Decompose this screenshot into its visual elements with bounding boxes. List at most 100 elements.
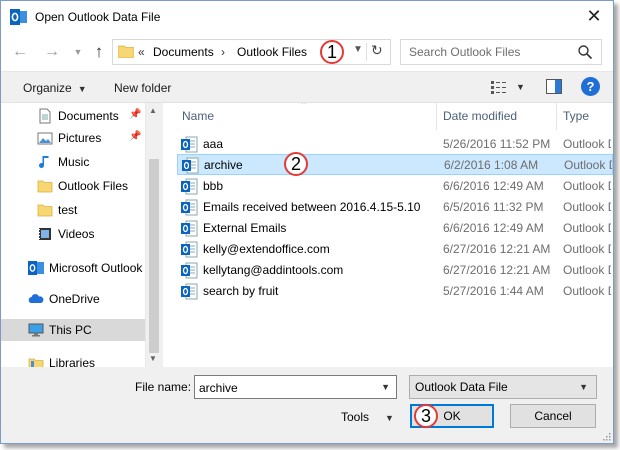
scroll-up-icon[interactable]: ▲: [149, 106, 157, 115]
nav-item-label: Microsoft Outlook: [49, 261, 143, 275]
file-row[interactable]: bbb 6/6/2016 12:49 AM Outlook Data File: [177, 176, 613, 197]
nav-item-microsoft-outlook[interactable]: Microsoft Outlook: [1, 257, 145, 279]
scrollbar-thumb[interactable]: [149, 159, 159, 353]
open-outlook-data-file-dialog: Open Outlook Data File ✕ ← → ▼ ↑ « Docum…: [0, 0, 614, 444]
file-type-select[interactable]: Outlook Data File ▼: [409, 375, 597, 399]
callout-step-1: 1: [320, 40, 344, 64]
nav-item-this-pc[interactable]: This PC: [1, 319, 145, 341]
cancel-button[interactable]: Cancel: [510, 404, 596, 428]
file-row-selected[interactable]: archive 6/2/2016 1:08 AM Outlook Data Fi…: [177, 154, 613, 175]
file-type: Outlook Data File: [563, 284, 611, 298]
search-input[interactable]: [409, 44, 574, 60]
nav-item-test[interactable]: test: [1, 199, 145, 221]
nav-item-music[interactable]: Music: [1, 151, 145, 173]
file-type: Outlook Data File: [563, 221, 611, 235]
file-date: 6/6/2016 12:49 AM: [443, 221, 544, 235]
file-type: Outlook Data File: [563, 200, 611, 214]
breadcrumb-separator: ›: [221, 45, 225, 59]
column-header-date-modified[interactable]: Date modified: [443, 109, 517, 123]
help-button[interactable]: ?: [581, 77, 600, 96]
nav-item-label: Pictures: [58, 131, 102, 145]
new-folder-button[interactable]: New folder: [114, 81, 171, 95]
pin-icon[interactable]: 📌: [129, 131, 141, 142]
column-header-row: ⌃ Name Date modified Type: [163, 103, 613, 130]
address-bar[interactable]: « Documents › Outlook Files ▼ ↻: [112, 39, 391, 65]
folder-icon: [118, 45, 134, 58]
file-name: External Emails: [203, 221, 287, 235]
nav-item-documents[interactable]: Documents 📌: [1, 105, 145, 127]
this-pc-icon: [28, 323, 44, 337]
file-date: 6/27/2016 12:21 AM: [443, 242, 551, 256]
folder-icon: [37, 204, 53, 217]
breadcrumb-overflow[interactable]: «: [138, 45, 145, 59]
file-type: Outlook Data File: [563, 179, 611, 193]
nav-item-videos[interactable]: Videos: [1, 223, 145, 245]
nav-item-libraries[interactable]: Libraries: [1, 352, 145, 367]
tools-dropdown-icon[interactable]: ▼: [385, 413, 394, 423]
nav-item-label: OneDrive: [49, 292, 100, 306]
back-button[interactable]: ←: [11, 43, 29, 61]
pin-icon[interactable]: 📌: [129, 109, 141, 120]
file-date: 5/26/2016 11:52 PM: [443, 137, 551, 151]
recent-locations-button[interactable]: ▼: [69, 43, 87, 61]
documents-icon: [39, 108, 51, 124]
breadcrumb-outlook-files[interactable]: Outlook Files: [237, 45, 307, 59]
file-date: 6/6/2016 12:49 AM: [443, 179, 544, 193]
view-dropdown-icon[interactable]: ▼: [516, 82, 525, 92]
file-type: Outlook Data File: [563, 263, 611, 277]
pictures-icon: [37, 132, 53, 145]
callout-step-3: 3: [414, 404, 438, 428]
column-header-name[interactable]: Name: [182, 109, 214, 123]
title-bar[interactable]: Open Outlook Data File ✕: [1, 1, 613, 33]
column-divider[interactable]: [556, 103, 557, 130]
file-row[interactable]: search by fruit 5/27/2016 1:44 AM Outloo…: [177, 281, 613, 302]
file-row[interactable]: External Emails 6/6/2016 12:49 AM Outloo…: [177, 218, 613, 239]
column-header-type[interactable]: Type: [563, 109, 589, 123]
nav-item-label: test: [58, 203, 78, 217]
file-type: Outlook Data File: [563, 137, 611, 151]
up-button[interactable]: ↑: [90, 43, 108, 61]
breadcrumb-documents[interactable]: Documents: [153, 45, 214, 59]
file-row[interactable]: kelly@extendoffice.com 6/27/2016 12:21 A…: [177, 239, 613, 260]
file-type: Outlook Data File: [563, 242, 611, 256]
nav-pane-scrollbar[interactable]: ▲ ▼: [145, 103, 161, 367]
organize-button[interactable]: Organize ▼: [23, 81, 87, 95]
file-row[interactable]: Emails received between 2016.4.15-5.10 6…: [177, 197, 613, 218]
nav-item-label: Outlook Files: [58, 179, 129, 193]
close-button[interactable]: ✕: [579, 3, 609, 29]
nav-item-outlook-files[interactable]: Outlook Files: [1, 175, 145, 197]
chevron-down-icon[interactable]: ▼: [381, 382, 390, 392]
scroll-down-icon[interactable]: ▼: [149, 354, 157, 363]
refresh-icon[interactable]: ↻: [371, 42, 383, 59]
search-icon[interactable]: [577, 44, 593, 60]
file-type: Outlook Data File: [564, 158, 612, 172]
chevron-down-icon: ▼: [77, 84, 87, 94]
file-name-combobox[interactable]: ▼: [194, 375, 397, 399]
search-box[interactable]: [400, 39, 602, 65]
column-divider[interactable]: [436, 103, 437, 130]
file-list: ⌃ Name Date modified Type aaa 5/26/2016 …: [163, 103, 613, 367]
view-options-icon[interactable]: [490, 79, 508, 95]
nav-item-pictures[interactable]: Pictures 📌: [1, 127, 145, 149]
navigation-row: ← → ▼ ↑ « Documents › Outlook Files ▼ ↻: [1, 33, 613, 71]
outlook-data-file-icon: [181, 262, 198, 279]
outlook-data-file-icon: [181, 283, 198, 300]
preview-pane-icon[interactable]: [546, 79, 562, 94]
file-date: 5/27/2016 1:44 AM: [443, 284, 544, 298]
tools-button[interactable]: Tools: [341, 410, 369, 424]
file-row[interactable]: aaa 5/26/2016 11:52 PM Outlook Data File: [177, 134, 613, 155]
nav-item-label: This PC: [49, 323, 92, 337]
outlook-data-file-icon: [181, 199, 198, 216]
file-row[interactable]: kellytang@addintools.com 6/27/2016 12:21…: [177, 260, 613, 281]
address-dropdown-icon[interactable]: ▼: [353, 44, 363, 55]
resize-grip-icon[interactable]: [601, 431, 611, 441]
callout-step-2: 2: [284, 152, 308, 176]
file-name-input[interactable]: [199, 380, 374, 395]
chevron-down-icon: ▼: [73, 47, 83, 57]
address-divider: [366, 43, 367, 61]
nav-item-onedrive[interactable]: OneDrive: [1, 288, 145, 310]
chevron-down-icon: ▼: [579, 382, 588, 392]
organize-label: Organize: [23, 81, 72, 95]
folder-icon: [37, 180, 53, 193]
forward-button[interactable]: →: [43, 43, 61, 61]
